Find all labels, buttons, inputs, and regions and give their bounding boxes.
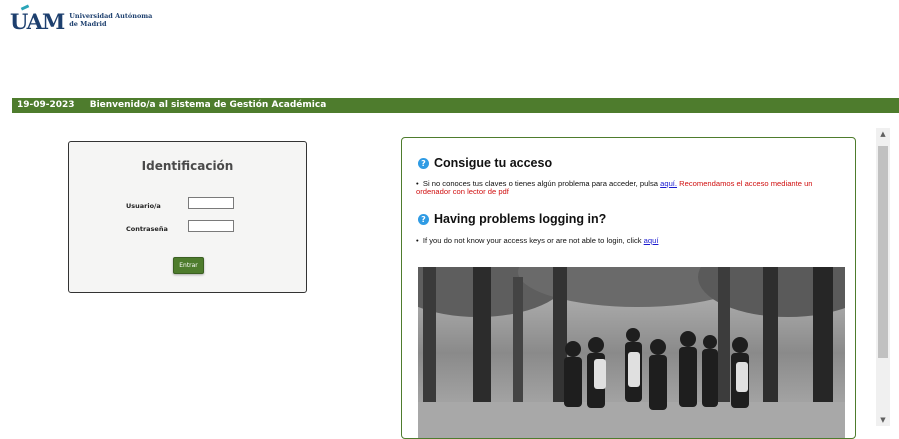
- login-box: Identificación Usuario/a Contraseña Entr…: [68, 141, 307, 293]
- question-circle-icon: ?: [418, 213, 429, 225]
- access-help-title: Consigue tu acceso: [434, 156, 553, 170]
- current-date: 19-09-2023: [17, 100, 75, 110]
- username-label: Usuario/a: [126, 202, 161, 210]
- arrow-up-icon[interactable]: ▲: [876, 128, 890, 140]
- scrollbar-thumb[interactable]: [878, 146, 888, 358]
- access-help-link[interactable]: aquí.: [660, 179, 677, 188]
- uam-logo-text: Universidad Autónoma de Madrid: [69, 12, 152, 28]
- uam-logo-letters: UAM: [10, 9, 65, 34]
- uam-logo-mark: UAM: [10, 4, 65, 34]
- login-submit-button[interactable]: Entrar: [173, 257, 204, 274]
- arrow-down-icon[interactable]: ▼: [876, 414, 890, 426]
- students-photo: [418, 267, 845, 438]
- login-help-heading: ? Having problems logging in?: [418, 212, 606, 226]
- login-help-title: Having problems logging in?: [434, 212, 607, 226]
- login-help-en-text: If you do not know your access keys or a…: [422, 236, 644, 245]
- uam-logo: UAM Universidad Autónoma de Madrid: [10, 4, 152, 34]
- password-label: Contraseña: [126, 225, 168, 233]
- question-circle-icon: ?: [418, 157, 429, 169]
- access-help-heading: ? Consigue tu acceso: [418, 156, 552, 170]
- page-scrollbar[interactable]: ▲ ▼: [876, 128, 890, 426]
- access-help-panel: ? Consigue tu acceso • Si no conoces tus…: [401, 137, 856, 439]
- login-help-link[interactable]: aquí: [644, 236, 659, 245]
- header-bar: 19-09-2023 Bienvenido/a al sistema de Ge…: [12, 98, 899, 113]
- password-input[interactable]: [188, 220, 234, 232]
- welcome-message: Bienvenido/a al sistema de Gestión Acadé…: [89, 100, 327, 110]
- username-input[interactable]: [188, 197, 234, 209]
- login-help-text: • If you do not know your access keys or…: [416, 236, 659, 245]
- access-help-text: • Si no conoces tus claves o tienes algú…: [416, 179, 813, 196]
- login-title: Identificación: [141, 159, 234, 173]
- uam-logo-line2: de Madrid: [69, 20, 107, 28]
- uam-logo-line1: Universidad Autónoma: [69, 12, 153, 20]
